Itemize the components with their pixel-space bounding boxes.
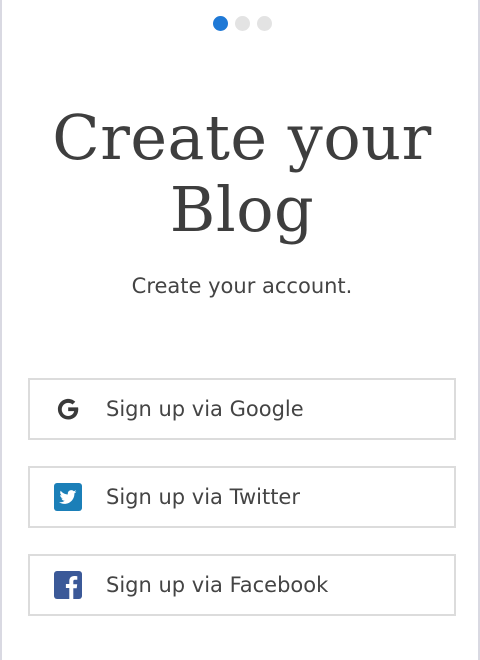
signup-twitter-label: Sign up via Twitter	[106, 485, 300, 509]
signup-screen: Create your Blog Create your account. Si…	[0, 0, 480, 660]
signup-google-button[interactable]: Sign up via Google	[28, 378, 456, 440]
facebook-icon	[54, 571, 82, 599]
page-title: Create your Blog	[2, 102, 480, 246]
signup-facebook-button[interactable]: Sign up via Facebook	[28, 554, 456, 616]
page-subtitle: Create your account.	[131, 274, 353, 298]
page-title-line-2: Blog	[169, 173, 315, 246]
pagination-dots	[2, 16, 480, 31]
twitter-icon	[54, 483, 82, 511]
google-icon	[54, 395, 82, 423]
signup-facebook-label: Sign up via Facebook	[106, 573, 329, 597]
signup-twitter-button[interactable]: Sign up via Twitter	[28, 466, 456, 528]
page-title-line-1: Create your	[52, 101, 432, 174]
page-dot-3[interactable]	[256, 16, 272, 31]
signup-google-label: Sign up via Google	[106, 397, 304, 421]
page-dot-2[interactable]	[234, 16, 250, 31]
page-dot-1[interactable]	[212, 16, 228, 31]
